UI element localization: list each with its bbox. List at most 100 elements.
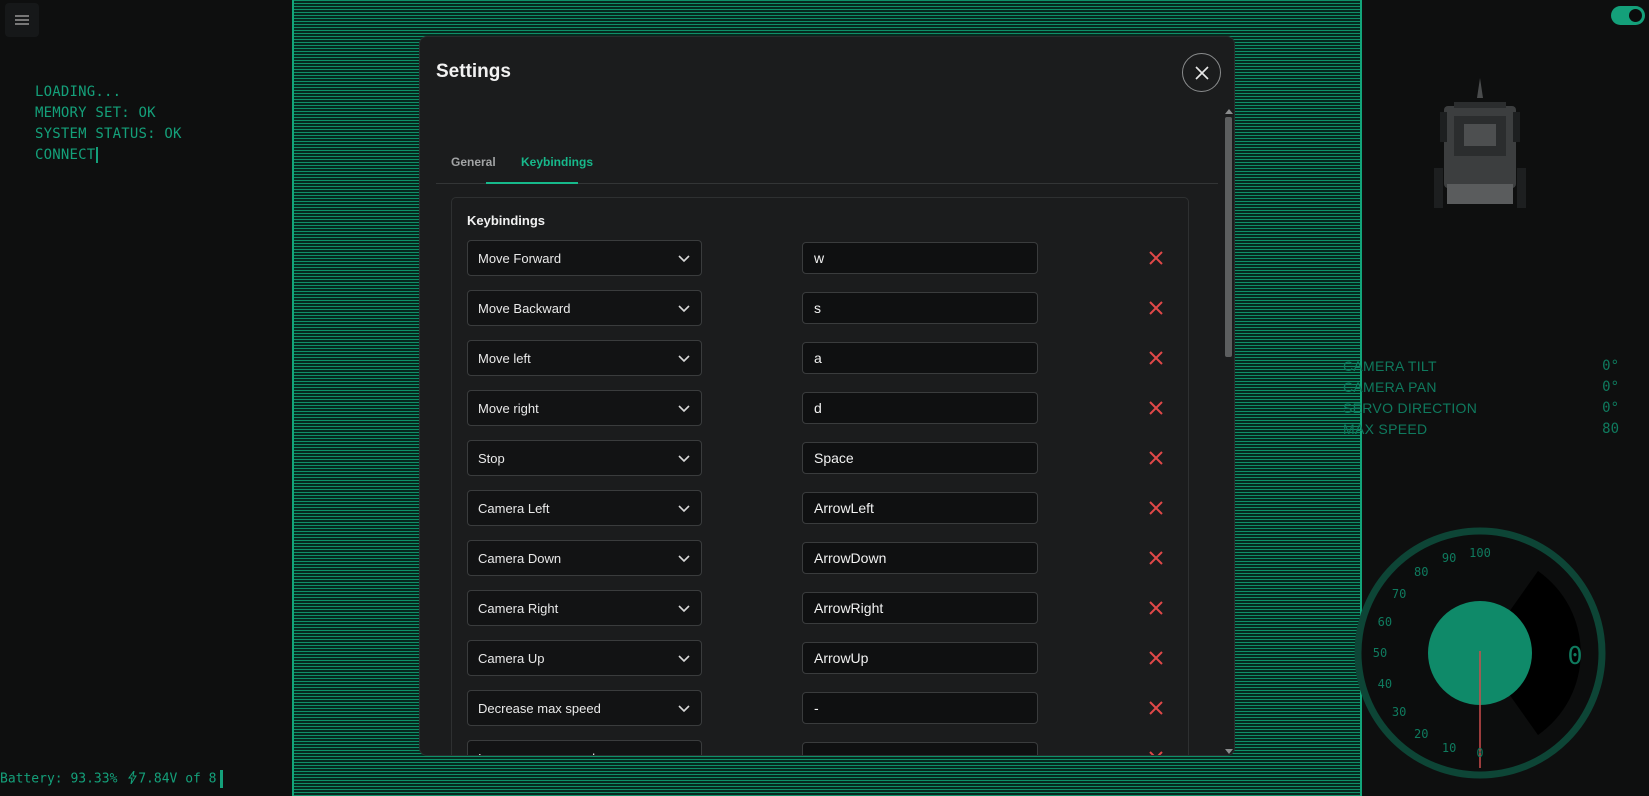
keybindings-card: Keybindings Move Forward w Move Backward s M… xyxy=(451,197,1189,756)
chevron-down-icon xyxy=(678,355,690,363)
keybinding-key-input[interactable]: - xyxy=(802,692,1038,724)
gauge-tick-label: 40 xyxy=(1378,677,1392,691)
remove-keybinding-icon[interactable] xyxy=(1146,698,1166,718)
close-button[interactable] xyxy=(1182,53,1221,92)
settings-scroll-area[interactable]: General Keybindings Keybindings Move For… xyxy=(420,105,1220,756)
remove-keybinding-icon[interactable] xyxy=(1146,448,1166,468)
boot-line: MEMORY SET: OK xyxy=(35,105,156,121)
tab-keybindings[interactable]: Keybindings xyxy=(521,155,593,169)
tab-general[interactable]: General xyxy=(451,155,496,169)
keybinding-key-input[interactable]: d xyxy=(802,392,1038,424)
settings-modal: Settings General Keybindings Keybindings… xyxy=(419,36,1235,756)
telemetry-row: SERVO DIRECTION 0° xyxy=(1343,398,1619,419)
keybinding-action-label: Move Forward xyxy=(478,250,562,266)
gauge-tick-label: 100 xyxy=(1469,546,1491,560)
battery-label: Battery: 93.33% xyxy=(0,771,118,787)
remove-keybinding-icon[interactable] xyxy=(1146,548,1166,568)
telemetry-value: 0° xyxy=(1602,400,1619,416)
telemetry-label: CAMERA PAN xyxy=(1343,379,1437,395)
boot-line: CONNECT xyxy=(35,147,96,163)
telemetry-value: 0° xyxy=(1602,379,1619,395)
keybinding-action-select[interactable]: Move left xyxy=(467,340,702,376)
keybinding-key-input[interactable]: ArrowLeft xyxy=(802,492,1038,524)
close-icon xyxy=(1194,65,1209,80)
keybinding-action-select[interactable]: Camera Up xyxy=(467,640,702,676)
scrollbar[interactable] xyxy=(1222,107,1234,755)
remove-keybinding-icon[interactable] xyxy=(1146,298,1166,318)
keybindings-title: Keybindings xyxy=(467,213,546,228)
keybinding-row: Stop Space xyxy=(467,440,1177,476)
battery-status: Battery: 93.33% 7.84V of 8 xyxy=(0,770,223,788)
remove-keybinding-icon[interactable] xyxy=(1146,748,1166,756)
chevron-down-icon xyxy=(678,655,690,663)
keybinding-action-select[interactable]: Camera Left xyxy=(467,490,702,526)
terminal-cursor xyxy=(96,147,99,163)
keybinding-key-input[interactable]: s xyxy=(802,292,1038,324)
keybinding-action-select[interactable]: Move Forward xyxy=(467,240,702,276)
keybinding-action-label: Camera Down xyxy=(478,550,562,566)
keybinding-action-select[interactable]: Move Backward xyxy=(467,290,702,326)
telemetry-label: SERVO DIRECTION xyxy=(1343,400,1478,416)
gauge-tick-label: 90 xyxy=(1442,551,1456,565)
keybinding-row: Camera Up ArrowUp xyxy=(467,640,1177,676)
mode-toggle[interactable] xyxy=(1611,6,1645,25)
remove-keybinding-icon[interactable] xyxy=(1146,398,1166,418)
active-tab-indicator xyxy=(486,182,578,184)
keybinding-key-input[interactable]: a xyxy=(802,342,1038,374)
remove-keybinding-icon[interactable] xyxy=(1146,248,1166,268)
remove-keybinding-icon[interactable] xyxy=(1146,648,1166,668)
keybinding-row: Camera Right ArrowRight xyxy=(467,590,1177,626)
keybinding-action-select[interactable]: Stop xyxy=(467,440,702,476)
keybinding-row: Increase max speed = xyxy=(467,740,1177,756)
keybinding-action-select[interactable]: Increase max speed xyxy=(467,740,702,756)
telemetry-row: MAX SPEED 80 xyxy=(1343,419,1619,440)
remove-keybinding-icon[interactable] xyxy=(1146,498,1166,518)
gauge-tick-label: 80 xyxy=(1414,565,1428,579)
keybinding-key-input[interactable]: w xyxy=(802,242,1038,274)
left-panel: LOADING... MEMORY SET: OK SYSTEM STATUS:… xyxy=(0,0,292,796)
keybinding-row: Move right d xyxy=(467,390,1177,426)
keybinding-action-label: Stop xyxy=(478,450,505,466)
keybinding-action-label: Move Backward xyxy=(478,300,571,316)
keybinding-action-select[interactable]: Camera Down xyxy=(467,540,702,576)
keybinding-key-input[interactable]: ArrowRight xyxy=(802,592,1038,624)
gauge-tick-label: 0 xyxy=(1476,746,1483,760)
telemetry-panel: CAMERA TILT 0° CAMERA PAN 0° SERVO DIRECTI… xyxy=(1343,356,1619,440)
keybinding-action-select[interactable]: Decrease max speed xyxy=(467,690,702,726)
keybinding-row: Camera Left ArrowLeft xyxy=(467,490,1177,526)
keybinding-action-label: Move left xyxy=(478,350,531,366)
chevron-down-icon xyxy=(677,751,691,756)
keybinding-key-input[interactable]: ArrowDown xyxy=(802,542,1038,574)
keybinding-row: Decrease max speed - xyxy=(467,690,1177,726)
keybinding-key-input[interactable]: Space xyxy=(802,442,1038,474)
keybinding-row: Move Backward s xyxy=(467,290,1177,326)
gauge-tick-label: 10 xyxy=(1442,741,1456,755)
keybinding-action-select[interactable]: Move right xyxy=(467,390,702,426)
keybinding-action-label: Decrease max speed xyxy=(478,700,601,716)
keybinding-action-label: Move right xyxy=(478,400,539,416)
scrollbar-thumb[interactable] xyxy=(1225,117,1232,357)
scroll-up-arrow[interactable] xyxy=(1225,109,1233,114)
remove-keybinding-icon[interactable] xyxy=(1146,348,1166,368)
keybinding-action-label: Camera Left xyxy=(478,500,550,516)
terminal-cursor xyxy=(219,770,223,788)
chevron-down-icon xyxy=(678,705,690,713)
car-model-icon xyxy=(1434,78,1526,208)
telemetry-row: CAMERA TILT 0° xyxy=(1343,356,1619,377)
telemetry-label: MAX SPEED xyxy=(1343,421,1428,437)
scroll-down-arrow[interactable] xyxy=(1225,749,1233,754)
menu-button[interactable] xyxy=(5,3,39,37)
keybinding-key-input[interactable]: ArrowUp xyxy=(802,642,1038,674)
keybinding-action-select[interactable]: Camera Right xyxy=(467,590,702,626)
chevron-down-icon xyxy=(678,455,690,463)
keybinding-row: Move left a xyxy=(467,340,1177,376)
gauge-tick-label: 30 xyxy=(1392,705,1406,719)
telemetry-label: CAMERA TILT xyxy=(1343,358,1437,374)
gauge-tick-label: 70 xyxy=(1392,587,1406,601)
remove-keybinding-icon[interactable] xyxy=(1146,598,1166,618)
gauge-value: 0 xyxy=(1567,641,1582,670)
keybinding-key-input[interactable]: = xyxy=(802,742,1038,755)
speed-gauge: 0 0 10 20 3040 50 6070 80 90 100 xyxy=(1354,527,1606,779)
hamburger-icon xyxy=(15,15,29,25)
keybinding-row: Camera Down ArrowDown xyxy=(467,540,1177,576)
